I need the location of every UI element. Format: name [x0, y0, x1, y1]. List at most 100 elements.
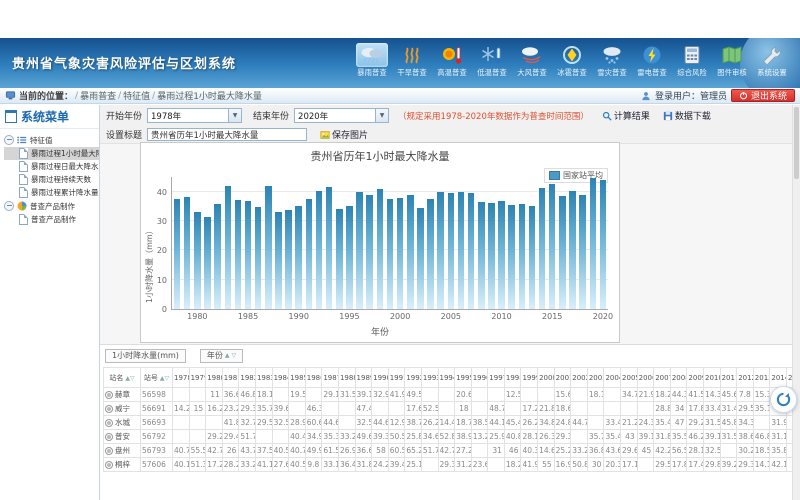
column-header-year[interactable]: 1987	[322, 368, 339, 388]
station-radio[interactable]	[105, 447, 113, 455]
column-header-year[interactable]: 1988	[338, 368, 355, 388]
toolbar-high-temp-button[interactable]: 高温普查	[432, 41, 472, 78]
sort-asc-icon[interactable]: ▲	[225, 353, 230, 359]
sidebar-item[interactable]: 暴雨过程持续天数	[4, 173, 99, 186]
expander-icon[interactable]	[4, 201, 14, 211]
column-header-year[interactable]: 2005	[621, 368, 638, 388]
list-icon	[17, 135, 27, 145]
chart-title-input[interactable]	[147, 128, 307, 141]
sort-desc-icon[interactable]: ▽	[164, 375, 169, 382]
column-header-station-id[interactable]: 站号 ▲▽	[141, 368, 173, 388]
column-header-year[interactable]: 2002	[571, 368, 588, 388]
column-header-year[interactable]: 1991	[388, 368, 405, 388]
station-id-cell: 57606	[141, 458, 173, 472]
column-header-year[interactable]: 1989	[355, 368, 372, 388]
column-header-year[interactable]: 1996	[471, 368, 488, 388]
column-header-year[interactable]: 2011	[720, 368, 737, 388]
column-header-year[interactable]: 1986	[305, 368, 322, 388]
vertical-scrollbar[interactable]	[792, 105, 800, 500]
station-radio[interactable]	[105, 419, 113, 427]
value-cell: 36.6	[222, 388, 239, 402]
download-button[interactable]: 数据下载	[663, 109, 711, 122]
expander-icon[interactable]	[4, 135, 14, 145]
breadcrumb-segment[interactable]: 特征值	[123, 89, 150, 102]
sidebar-item[interactable]: 暴雨过程累计降水量	[4, 186, 99, 199]
column-header-year[interactable]: 1999	[521, 368, 538, 388]
toolbar-lightning-button[interactable]: 雷电普查	[632, 41, 672, 78]
sort-desc-icon[interactable]: ▽	[130, 375, 135, 382]
bar-chart-plot: 198019851990199520002005201020152020	[171, 177, 608, 310]
column-header-station-name[interactable]: 站名 ▲▽	[104, 368, 141, 388]
rainstorm-icon	[356, 43, 388, 67]
column-header-year[interactable]: 1994	[438, 368, 455, 388]
column-header-year[interactable]: 2009	[687, 368, 704, 388]
column-header-year[interactable]: 2012	[737, 368, 754, 388]
column-header-year[interactable]: 1984	[272, 368, 289, 388]
toolbar-map-review-button[interactable]: 图件审核	[712, 41, 752, 78]
value-cell: 31.1	[770, 430, 787, 444]
column-header-year[interactable]: 2013	[753, 368, 770, 388]
end-year-select[interactable]: 2020年 ▼	[294, 108, 389, 123]
start-year-select[interactable]: 1978年 ▼	[147, 108, 242, 123]
column-header-year[interactable]: 2006	[637, 368, 654, 388]
breadcrumb-segment[interactable]: 暴雨过程1小时最大降水量	[157, 89, 262, 102]
column-header-year[interactable]: 1992	[405, 368, 422, 388]
breadcrumb-segment[interactable]: 暴雨普查	[80, 89, 116, 102]
station-radio[interactable]	[105, 461, 113, 469]
sidebar-item[interactable]: 暴雨过程1小时最大降水量	[4, 147, 99, 160]
column-header-year[interactable]: 2001	[554, 368, 571, 388]
value-filter-chip[interactable]: 1小时降水量(mm)	[105, 349, 186, 363]
toolbar-risk-button[interactable]: 综合风险	[672, 41, 712, 78]
toolbar-low-temp-button[interactable]: 低温普查	[472, 41, 512, 78]
value-cell	[471, 444, 488, 458]
column-header-year[interactable]: 1978	[173, 368, 190, 388]
save-image-button[interactable]: 保存图片	[320, 128, 368, 141]
table-section: 1小时降水量(mm) 年份 ▲ ▽ 站名 ▲▽站号 ▲▽197819791980…	[100, 344, 793, 500]
column-header-year[interactable]: 2014	[770, 368, 787, 388]
sidebar-item[interactable]: 普查产品制作	[4, 213, 99, 226]
logout-button[interactable]: 退出系统	[731, 89, 795, 102]
column-header-year[interactable]: 2008	[670, 368, 687, 388]
column-header-year[interactable]: 1982	[239, 368, 256, 388]
column-header-year[interactable]: 2000	[538, 368, 555, 388]
station-radio[interactable]	[105, 433, 113, 441]
value-cell	[571, 388, 588, 402]
toolbar-drought-button[interactable]: 干旱普查	[392, 41, 432, 78]
column-header-year[interactable]: 1995	[455, 368, 472, 388]
location-icon	[5, 90, 16, 101]
column-header-year[interactable]: 2003	[587, 368, 604, 388]
toolbar-wind-button[interactable]: 大风普查	[512, 41, 552, 78]
tree-group-header-1[interactable]: 特征值	[4, 133, 99, 147]
bar-1996	[356, 192, 363, 309]
column-header-year[interactable]: 1980	[206, 368, 223, 388]
toolbar-rainstorm-button[interactable]: 暴雨普查	[352, 41, 392, 78]
column-header-year[interactable]: 2010	[704, 368, 721, 388]
column-header-year[interactable]: 1998	[504, 368, 521, 388]
tree-group-header-2[interactable]: 普查产品制作	[4, 199, 99, 213]
column-header-year[interactable]: 2007	[654, 368, 671, 388]
value-cell: 17.2	[521, 402, 538, 416]
station-name: 威宁	[115, 403, 130, 414]
column-header-year[interactable]: 2004	[604, 368, 621, 388]
column-header-year[interactable]: 1983	[255, 368, 272, 388]
year-sort-chip[interactable]: 年份 ▲ ▽	[200, 349, 243, 363]
value-cell	[587, 402, 604, 416]
column-header-year[interactable]: 1993	[421, 368, 438, 388]
toolbar-hail-button[interactable]: 冰雹普查	[552, 41, 592, 78]
scrollbar-thumb[interactable]	[794, 107, 799, 179]
station-radio[interactable]	[105, 391, 113, 399]
sidebar-item[interactable]: 暴雨过程日最大降水量	[4, 160, 99, 173]
column-header-year[interactable]: 1981	[222, 368, 239, 388]
sort-desc-icon[interactable]: ▽	[232, 353, 237, 359]
value-cell: 49.6	[355, 430, 372, 444]
column-header-year[interactable]: 1985	[289, 368, 306, 388]
station-name: 普安	[115, 431, 130, 442]
station-radio[interactable]	[105, 405, 113, 413]
toolbar-settings-button[interactable]: 系统设置	[752, 41, 792, 78]
calculate-button[interactable]: 计算结果	[602, 109, 650, 122]
floating-refresh-button[interactable]	[770, 386, 797, 413]
toolbar-snow-button[interactable]: 雪灾普查	[592, 41, 632, 78]
column-header-year[interactable]: 1979	[189, 368, 206, 388]
column-header-year[interactable]: 1997	[488, 368, 505, 388]
column-header-year[interactable]: 1990	[372, 368, 389, 388]
